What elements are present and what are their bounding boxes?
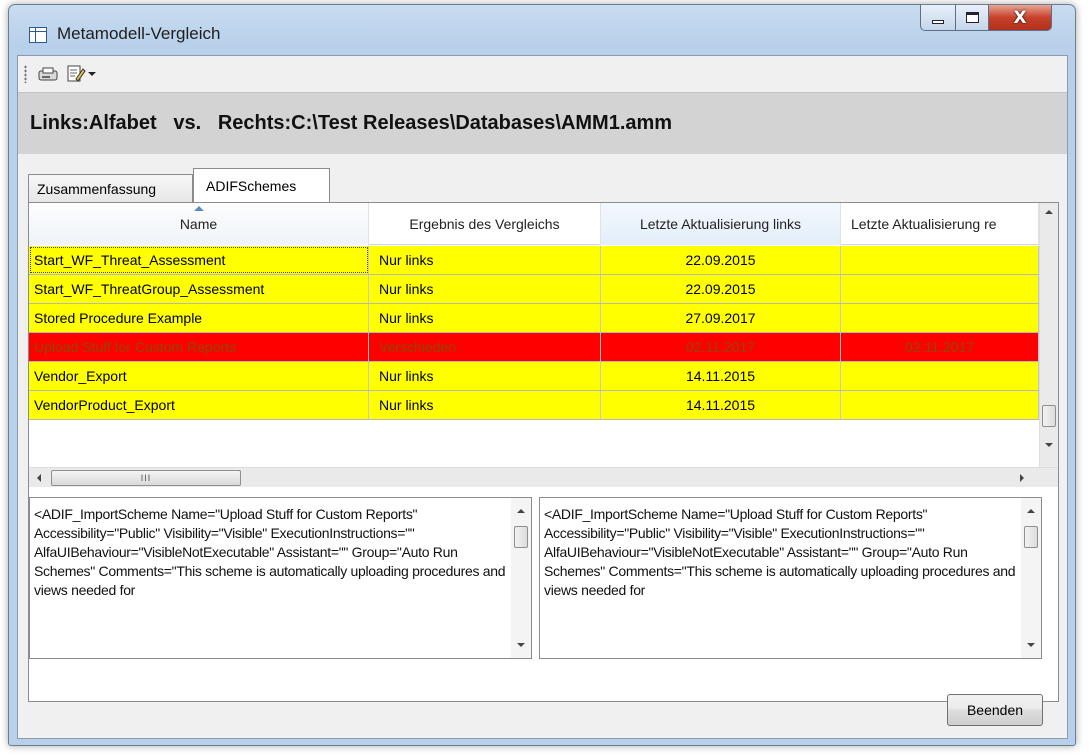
scroll-thumb[interactable] — [1042, 405, 1056, 427]
table-row[interactable]: Start_WF_ThreatGroup_Assessment Nur links… — [29, 275, 1039, 304]
comparison-title: Links:Alfabet vs. Rechts:C:\Test Release… — [30, 112, 673, 134]
left-textbox-scrollbar[interactable] — [511, 498, 531, 658]
tab-zusammenfassung[interactable]: Zusammenfassung — [28, 174, 193, 202]
toolbar-grip[interactable] — [24, 65, 27, 83]
cell-result[interactable]: Nur links — [369, 304, 601, 332]
grid-horizontal-scrollbar[interactable]: III — [29, 467, 1058, 487]
table-row[interactable]: Stored Procedure Example Nur links 27.09.2… — [29, 304, 1039, 333]
window-title: Metamodell-Vergleich — [57, 24, 221, 43]
minimize-button[interactable] — [920, 5, 956, 31]
cell-name[interactable]: Upload Stuff for Custom Reports — [29, 333, 369, 361]
scroll-down-icon[interactable] — [517, 643, 525, 647]
cell-left-updated[interactable]: 27.09.2017 — [601, 304, 841, 332]
cell-left-updated[interactable]: 22.09.2015 — [601, 246, 841, 274]
scroll-down-icon[interactable] — [1045, 443, 1053, 447]
comparison-window: Metamodell-Vergleich X Links:Alfabet vs. — [8, 4, 1076, 746]
edit-icon[interactable] — [66, 64, 86, 84]
scroll-thumb[interactable] — [514, 526, 528, 548]
close-icon: X — [1013, 7, 1027, 28]
column-header-name[interactable]: Name — [29, 203, 369, 245]
cell-name[interactable]: Start_WF_ThreatGroup_Assessment — [29, 275, 369, 303]
window-icon — [29, 27, 47, 43]
cell-right-updated[interactable] — [841, 362, 1039, 390]
cell-result[interactable]: Nur links — [369, 275, 601, 303]
cell-right-updated[interactable] — [841, 246, 1039, 274]
maximize-icon — [965, 12, 979, 23]
grid-header: Name Ergebnis des Vergleichs Letzte Aktu… — [29, 203, 1058, 245]
scroll-up-icon[interactable] — [1045, 210, 1053, 214]
cell-left-updated[interactable]: 22.09.2015 — [601, 275, 841, 303]
column-header-left-updated[interactable]: Letzte Aktualisierung links — [601, 203, 841, 245]
cell-right-updated[interactable]: 02.11.2017 — [841, 333, 1039, 361]
column-header-label: Name — [179, 216, 218, 232]
scroll-left-icon[interactable] — [37, 474, 41, 482]
left-definition-text[interactable]: <ADIF_ImportScheme Name="Upload Stuff fo… — [34, 505, 508, 655]
table-row[interactable]: Upload Stuff for Custom Reports Verschied… — [29, 333, 1039, 362]
left-definition-textbox[interactable]: <ADIF_ImportScheme Name="Upload Stuff fo… — [29, 497, 532, 659]
right-definition-text[interactable]: <ADIF_ImportScheme Name="Upload Stuff fo… — [544, 505, 1018, 655]
title-bar[interactable]: Metamodell-Vergleich X — [9, 5, 1075, 55]
cell-result[interactable]: Verschieden — [369, 333, 601, 361]
toolbar — [18, 56, 1067, 92]
print-icon[interactable] — [38, 67, 58, 81]
cell-right-updated[interactable] — [841, 275, 1039, 303]
cell-result[interactable]: Nur links — [369, 362, 601, 390]
cell-name[interactable]: Vendor_Export — [29, 362, 369, 390]
cell-left-updated[interactable]: 14.11.2015 — [601, 391, 841, 419]
tab-adifschemes[interactable]: ADIFSchemes — [193, 168, 330, 202]
cell-left-updated[interactable]: 02.11.2017 — [601, 333, 841, 361]
sort-ascending-icon — [193, 206, 204, 211]
comparison-grid: Name Ergebnis des Vergleichs Letzte Aktu… — [29, 203, 1058, 467]
cell-right-updated[interactable] — [841, 304, 1039, 332]
cell-name[interactable]: VendorProduct_Export — [29, 391, 369, 419]
close-window-button[interactable]: X — [988, 5, 1052, 31]
window-client-area: Links:Alfabet vs. Rechts:C:\Test Release… — [17, 55, 1068, 739]
tab-panel-adifschemes: Name Ergebnis des Vergleichs Letzte Aktu… — [28, 202, 1059, 702]
cell-left-updated[interactable]: 14.11.2015 — [601, 362, 841, 390]
comparison-header: Links:Alfabet vs. Rechts:C:\Test Release… — [18, 92, 1067, 154]
scroll-down-icon[interactable] — [1027, 643, 1035, 647]
cell-name[interactable]: Stored Procedure Example — [29, 304, 369, 332]
maximize-button[interactable] — [955, 5, 989, 31]
cell-name[interactable]: Start_WF_Threat_Assessment — [29, 246, 369, 274]
minimize-icon — [932, 19, 944, 24]
column-header-result[interactable]: Ergebnis des Vergleichs — [369, 203, 601, 245]
scroll-up-icon[interactable] — [517, 509, 525, 513]
table-row[interactable]: Start_WF_Threat_Assessment Nur links 22.09… — [29, 246, 1039, 275]
cell-result[interactable]: Nur links — [369, 246, 601, 274]
scroll-thumb[interactable]: III — [51, 470, 241, 486]
scroll-up-icon[interactable] — [1027, 509, 1035, 513]
chevron-down-icon[interactable] — [88, 72, 96, 76]
scroll-thumb[interactable] — [1024, 526, 1038, 548]
column-header-right-updated[interactable]: Letzte Aktualisierung re — [841, 203, 1039, 245]
cell-result[interactable]: Nur links — [369, 391, 601, 419]
grid-vertical-scrollbar[interactable] — [1039, 203, 1058, 467]
table-row[interactable]: Vendor_Export Nur links 14.11.2015 — [29, 362, 1039, 391]
scroll-right-icon[interactable] — [1020, 474, 1024, 482]
beenden-button[interactable]: Beenden — [947, 694, 1043, 726]
cell-right-updated[interactable] — [841, 391, 1039, 419]
right-textbox-scrollbar[interactable] — [1021, 498, 1041, 658]
right-definition-textbox[interactable]: <ADIF_ImportScheme Name="Upload Stuff fo… — [539, 497, 1042, 659]
table-row[interactable]: VendorProduct_Export Nur links 14.11.2015 — [29, 391, 1039, 420]
